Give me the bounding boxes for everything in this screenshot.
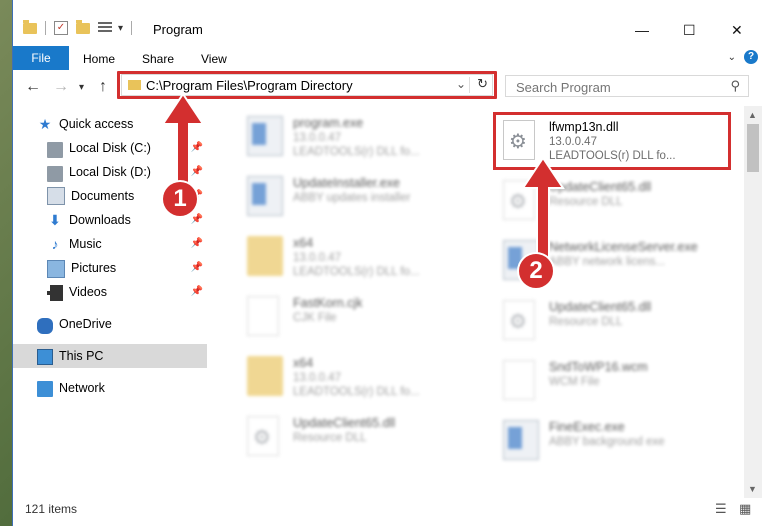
annotation-arrow-2: [521, 158, 565, 268]
properties-check-icon[interactable]: ✓: [54, 21, 68, 35]
videos-icon: [47, 284, 63, 301]
file-icon: [503, 360, 535, 400]
sidebar-item-music[interactable]: ♪ Music 📌: [13, 232, 207, 256]
network-icon: [37, 381, 53, 397]
list-item[interactable]: program.exe 13.0.0.47 LEADTOOLS(r) DLL f…: [237, 108, 477, 166]
list-item[interactable]: FastKorn.cjk CJK File: [237, 288, 477, 346]
search-box[interactable]: ⚲: [505, 75, 749, 97]
file-icon: [247, 296, 279, 336]
ribbon: File Home Share View ⌄ ?: [13, 44, 769, 71]
dll-gear-icon: [503, 300, 535, 340]
step-badge-2: 2: [519, 254, 553, 288]
toolbar-divider: [131, 21, 133, 35]
sidebar-item-label: This PC: [59, 349, 104, 363]
large-icons-view-icon[interactable]: ▦: [739, 501, 751, 517]
folder-icon: [247, 356, 283, 396]
details-view-icon[interactable]: ☰: [715, 501, 727, 517]
cloud-icon: [37, 318, 53, 334]
list-item[interactable]: SndToWP16.wcm WCM File: [493, 352, 733, 410]
minimize-button[interactable]: —: [635, 22, 649, 38]
step-badge-1: 1: [163, 182, 197, 216]
tab-share[interactable]: Share: [142, 52, 174, 66]
quick-access-toolbar: ✓ ▾: [23, 18, 140, 38]
sidebar-item-label: Local Disk (C:): [69, 141, 151, 155]
sidebar-item-label: Network: [59, 381, 105, 395]
sidebar-item-label: Local Disk (D:): [69, 165, 151, 179]
chevron-down-icon[interactable]: ⌄: [728, 52, 736, 63]
recent-chevron-down-icon[interactable]: ▾: [79, 82, 84, 93]
search-input[interactable]: [514, 77, 728, 97]
music-icon: ♪: [51, 236, 59, 252]
file-list: program.exe 13.0.0.47 LEADTOOLS(r) DLL f…: [209, 106, 744, 498]
back-arrow-icon[interactable]: ←: [25, 78, 41, 96]
explorer-window: ✓ ▾ Program — ☐ ✕ File Home Share View ⌄…: [12, 0, 769, 526]
tab-home[interactable]: Home: [83, 52, 115, 66]
sidebar-item-label: Quick access: [59, 117, 134, 131]
list-item[interactable]: UpdateClient65.dll Resource DLL: [237, 408, 477, 466]
status-bar: 121 items ☰ ▦: [13, 498, 769, 526]
scroll-down-icon[interactable]: ▼: [748, 484, 757, 494]
star-icon: ★: [38, 116, 52, 132]
pin-icon: 📌: [190, 262, 203, 273]
exe-file-icon: [247, 176, 283, 216]
toolbar-divider: [45, 21, 46, 35]
sidebar-item-pictures[interactable]: Pictures 📌: [13, 256, 207, 280]
vertical-scrollbar[interactable]: ▲ ▼: [744, 106, 762, 498]
tab-file[interactable]: File: [13, 46, 69, 70]
navigation-bar: ← → ▾ ↑ C:\Program Files\Program Directo…: [13, 70, 769, 106]
pictures-icon: [47, 260, 65, 278]
item-count: 121 items: [25, 502, 78, 516]
new-folder-icon[interactable]: [76, 19, 90, 34]
pc-icon: [37, 349, 53, 365]
dll-gear-icon: [247, 416, 279, 456]
sidebar-item-label: Videos: [69, 285, 107, 299]
sidebar-item-label: Documents: [71, 189, 135, 203]
disk-icon: [47, 142, 63, 158]
sidebar-item-label: Pictures: [71, 261, 117, 275]
scrollbar-thumb[interactable]: [747, 124, 759, 172]
sidebar-item-videos[interactable]: Videos 📌: [13, 280, 207, 304]
scroll-up-icon[interactable]: ▲: [748, 110, 757, 120]
sidebar-item-onedrive[interactable]: OneDrive: [13, 312, 207, 336]
search-icon[interactable]: ⚲: [730, 78, 740, 94]
exe-file-icon: [247, 116, 283, 156]
pin-icon: 📌: [190, 286, 203, 297]
download-icon: ⬇: [49, 212, 61, 228]
sidebar-item-label: Music: [69, 237, 102, 251]
sidebar-item-label: Downloads: [69, 213, 131, 227]
sidebar-item-this-pc[interactable]: This PC: [13, 344, 207, 368]
list-item[interactable]: UpdateInstaller.exe ABBY updates install…: [237, 168, 477, 226]
title-bar: ✓ ▾ Program — ☐ ✕: [13, 0, 769, 44]
tab-view[interactable]: View: [201, 52, 227, 66]
list-item[interactable]: x64 13.0.0.47 LEADTOOLS(r) DLL fo...: [237, 228, 477, 286]
documents-icon: [47, 187, 65, 205]
chevron-down-icon[interactable]: ▾: [118, 23, 123, 34]
folder-icon: [247, 236, 283, 276]
list-item[interactable]: UpdateClient65.dll Resource DLL: [493, 292, 733, 350]
forward-arrow-icon[interactable]: →: [53, 78, 69, 96]
folder-icon[interactable]: [23, 19, 37, 34]
list-item[interactable]: x64 13.0.0.47 LEADTOOLS(r) DLL fo...: [237, 348, 477, 406]
exe-file-icon: [503, 420, 539, 460]
list-item[interactable]: FineExec.exe ABBY background exe: [493, 412, 733, 470]
help-button[interactable]: ?: [744, 50, 758, 64]
up-arrow-icon[interactable]: ↑: [99, 78, 107, 96]
close-button[interactable]: ✕: [731, 22, 743, 39]
sidebar-item-label: OneDrive: [59, 317, 112, 331]
pin-icon: 📌: [190, 238, 203, 249]
rename-icon[interactable]: [98, 22, 112, 34]
maximize-button[interactable]: ☐: [683, 22, 696, 39]
pin-icon: 📌: [190, 214, 203, 225]
disk-icon: [47, 166, 63, 182]
sidebar-item-network[interactable]: Network: [13, 376, 207, 400]
window-title: Program: [153, 22, 203, 37]
